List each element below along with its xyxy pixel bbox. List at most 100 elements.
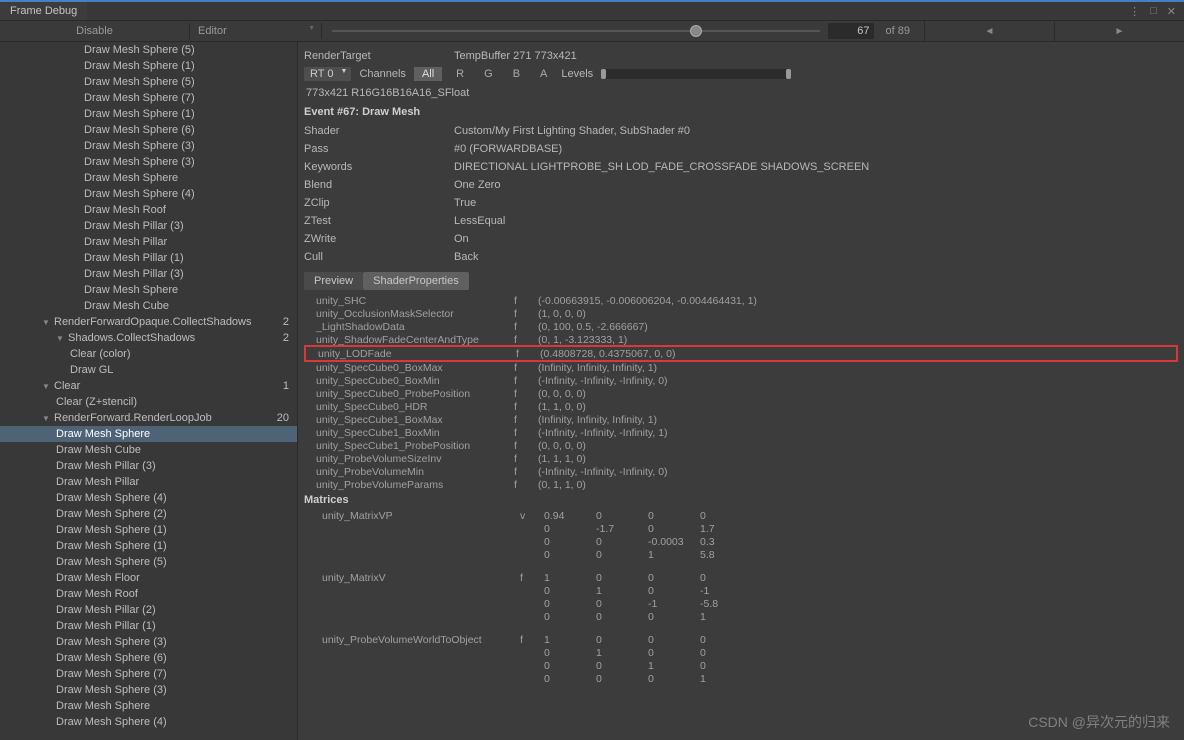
- shader-property-row: unity_LODFadef(0.4808728, 0.4375067, 0, …: [304, 345, 1178, 362]
- levels-min-handle[interactable]: [601, 69, 606, 79]
- next-frame-button[interactable]: ►: [1054, 21, 1184, 41]
- tree-row[interactable]: Draw Mesh Sphere (3): [0, 634, 297, 650]
- tree-row[interactable]: Draw Mesh Sphere (1): [0, 58, 297, 74]
- close-icon[interactable]: ✕: [1167, 5, 1176, 18]
- tree-row[interactable]: ▼Shadows.CollectShadows2: [0, 330, 297, 346]
- matrix-row: 0001: [304, 672, 1178, 685]
- matrix-row: 0001: [304, 610, 1178, 623]
- draw-call-tree: Draw Mesh Sphere (5)Draw Mesh Sphere (1)…: [0, 42, 298, 740]
- tree-row[interactable]: Draw Mesh Sphere: [0, 282, 297, 298]
- channels-label: Channels: [359, 68, 405, 80]
- matrix-row: unity_MatrixVf1000: [304, 571, 1178, 584]
- matrix-row: unity_MatrixVPv0.94000: [304, 509, 1178, 522]
- tree-row[interactable]: Draw Mesh Roof: [0, 202, 297, 218]
- property-row: CullBack: [298, 248, 1184, 266]
- prev-frame-button[interactable]: ◄: [924, 21, 1054, 41]
- rt-dropdown[interactable]: RT 0: [304, 67, 351, 81]
- tree-row[interactable]: ▼RenderForward.RenderLoopJob20: [0, 410, 297, 426]
- tree-row[interactable]: Draw Mesh Pillar (1): [0, 250, 297, 266]
- shader-properties-tab[interactable]: ShaderProperties: [363, 272, 469, 290]
- tree-row[interactable]: Draw Mesh Sphere (4): [0, 490, 297, 506]
- tree-row[interactable]: Draw GL: [0, 362, 297, 378]
- tree-row[interactable]: Draw Mesh Sphere (5): [0, 74, 297, 90]
- channel-r-button[interactable]: R: [450, 67, 470, 81]
- render-target-label: RenderTarget: [304, 50, 454, 62]
- tree-row[interactable]: Draw Mesh Sphere (3): [0, 154, 297, 170]
- shader-property-row: unity_ShadowFadeCenterAndTypef(0, 1, -3.…: [304, 333, 1178, 346]
- maximize-icon[interactable]: □: [1150, 5, 1157, 18]
- shader-property-row: _LightShadowDataf(0, 100, 0.5, -2.666667…: [304, 320, 1178, 333]
- matrix-row: 0010: [304, 659, 1178, 672]
- event-title: Event #67: Draw Mesh: [298, 102, 1184, 122]
- tree-row[interactable]: Draw Mesh Sphere (5): [0, 42, 297, 58]
- shader-property-row: unity_SpecCube1_ProbePositionf(0, 0, 0, …: [304, 439, 1178, 452]
- matrix-row: 0015.8: [304, 548, 1178, 561]
- preview-tab[interactable]: Preview: [304, 272, 363, 290]
- tree-row[interactable]: Draw Mesh Sphere (4): [0, 186, 297, 202]
- tree-row[interactable]: Draw Mesh Sphere (5): [0, 554, 297, 570]
- tree-row[interactable]: Draw Mesh Sphere (7): [0, 666, 297, 682]
- tree-row[interactable]: Draw Mesh Roof: [0, 586, 297, 602]
- tree-row[interactable]: Draw Mesh Cube: [0, 298, 297, 314]
- matrix-row: 010-1: [304, 584, 1178, 597]
- tree-row[interactable]: Draw Mesh Sphere (3): [0, 138, 297, 154]
- tree-row[interactable]: Draw Mesh Sphere: [0, 426, 297, 442]
- tree-row[interactable]: Draw Mesh Sphere: [0, 698, 297, 714]
- slider-thumb[interactable]: [690, 25, 702, 37]
- title-bar: Frame Debug ⋮ □ ✕: [0, 0, 1184, 20]
- property-row: Pass#0 (FORWARDBASE): [298, 140, 1184, 158]
- levels-label: Levels: [561, 68, 593, 80]
- shader-property-row: unity_ProbeVolumeParamsf(0, 1, 1, 0): [304, 478, 1178, 491]
- property-row: ZTestLessEqual: [298, 212, 1184, 230]
- tree-row[interactable]: Draw Mesh Sphere (1): [0, 106, 297, 122]
- channel-a-button[interactable]: A: [534, 67, 553, 81]
- watermark: CSDN @异次元的归来: [1028, 712, 1170, 732]
- tree-row[interactable]: Draw Mesh Pillar (3): [0, 458, 297, 474]
- tree-row[interactable]: Draw Mesh Cube: [0, 442, 297, 458]
- tree-row[interactable]: Clear (Z+stencil): [0, 394, 297, 410]
- tree-row[interactable]: Draw Mesh Sphere (6): [0, 122, 297, 138]
- window-title[interactable]: Frame Debug: [0, 2, 87, 20]
- frame-number-input[interactable]: [828, 23, 874, 39]
- tree-row[interactable]: Draw Mesh Pillar (3): [0, 266, 297, 282]
- matrix-row: 00-1-5.8: [304, 597, 1178, 610]
- tree-row[interactable]: ▼Clear1: [0, 378, 297, 394]
- tree-row[interactable]: ▼RenderForwardOpaque.CollectShadows2: [0, 314, 297, 330]
- tree-row[interactable]: Draw Mesh Sphere (1): [0, 522, 297, 538]
- menu-icon[interactable]: ⋮: [1129, 5, 1140, 18]
- tree-row[interactable]: Draw Mesh Sphere (2): [0, 506, 297, 522]
- shader-property-row: unity_SpecCube1_BoxMinf(-Infinity, -Infi…: [304, 426, 1178, 439]
- tree-row[interactable]: Draw Mesh Pillar (2): [0, 602, 297, 618]
- channel-all-button[interactable]: All: [414, 67, 442, 81]
- toolbar: Disable Editor of 89 ◄ ►: [0, 20, 1184, 42]
- tree-row[interactable]: Draw Mesh Pillar: [0, 234, 297, 250]
- tree-row[interactable]: Clear (color): [0, 346, 297, 362]
- tree-row[interactable]: Draw Mesh Pillar (3): [0, 218, 297, 234]
- levels-max-handle[interactable]: [786, 69, 791, 79]
- channel-g-button[interactable]: G: [478, 67, 499, 81]
- shader-property-row: unity_SpecCube0_BoxMinf(-Infinity, -Infi…: [304, 374, 1178, 387]
- tree-row[interactable]: Draw Mesh Pillar: [0, 474, 297, 490]
- tree-row[interactable]: Draw Mesh Sphere (6): [0, 650, 297, 666]
- tree-row[interactable]: Draw Mesh Floor: [0, 570, 297, 586]
- shader-property-row: unity_SpecCube0_BoxMaxf(Infinity, Infini…: [304, 361, 1178, 374]
- channel-b-button[interactable]: B: [507, 67, 526, 81]
- property-row: ShaderCustom/My First Lighting Shader, S…: [298, 122, 1184, 140]
- matrices-section: Matrices: [298, 491, 1184, 509]
- details-panel: RenderTarget TempBuffer 271 773x421 RT 0…: [298, 42, 1184, 740]
- tree-row[interactable]: Draw Mesh Pillar (1): [0, 618, 297, 634]
- tree-row[interactable]: Draw Mesh Sphere (1): [0, 538, 297, 554]
- tree-row[interactable]: Draw Mesh Sphere (4): [0, 714, 297, 730]
- shader-property-row: unity_SHCf(-0.00663915, -0.006006204, -0…: [304, 294, 1178, 307]
- tree-row[interactable]: Draw Mesh Sphere (3): [0, 682, 297, 698]
- frame-total: of 89: [882, 25, 914, 37]
- disable-button[interactable]: Disable: [0, 23, 190, 39]
- tree-row[interactable]: Draw Mesh Sphere (7): [0, 90, 297, 106]
- frame-slider[interactable]: [332, 30, 820, 32]
- tree-row[interactable]: Draw Mesh Sphere: [0, 170, 297, 186]
- levels-slider[interactable]: [601, 69, 791, 79]
- render-target-value: TempBuffer 271 773x421: [454, 50, 577, 62]
- shader-property-row: unity_ProbeVolumeSizeInvf(1, 1, 1, 0): [304, 452, 1178, 465]
- property-row: KeywordsDIRECTIONAL LIGHTPROBE_SH LOD_FA…: [298, 158, 1184, 176]
- mode-dropdown[interactable]: Editor: [190, 23, 322, 39]
